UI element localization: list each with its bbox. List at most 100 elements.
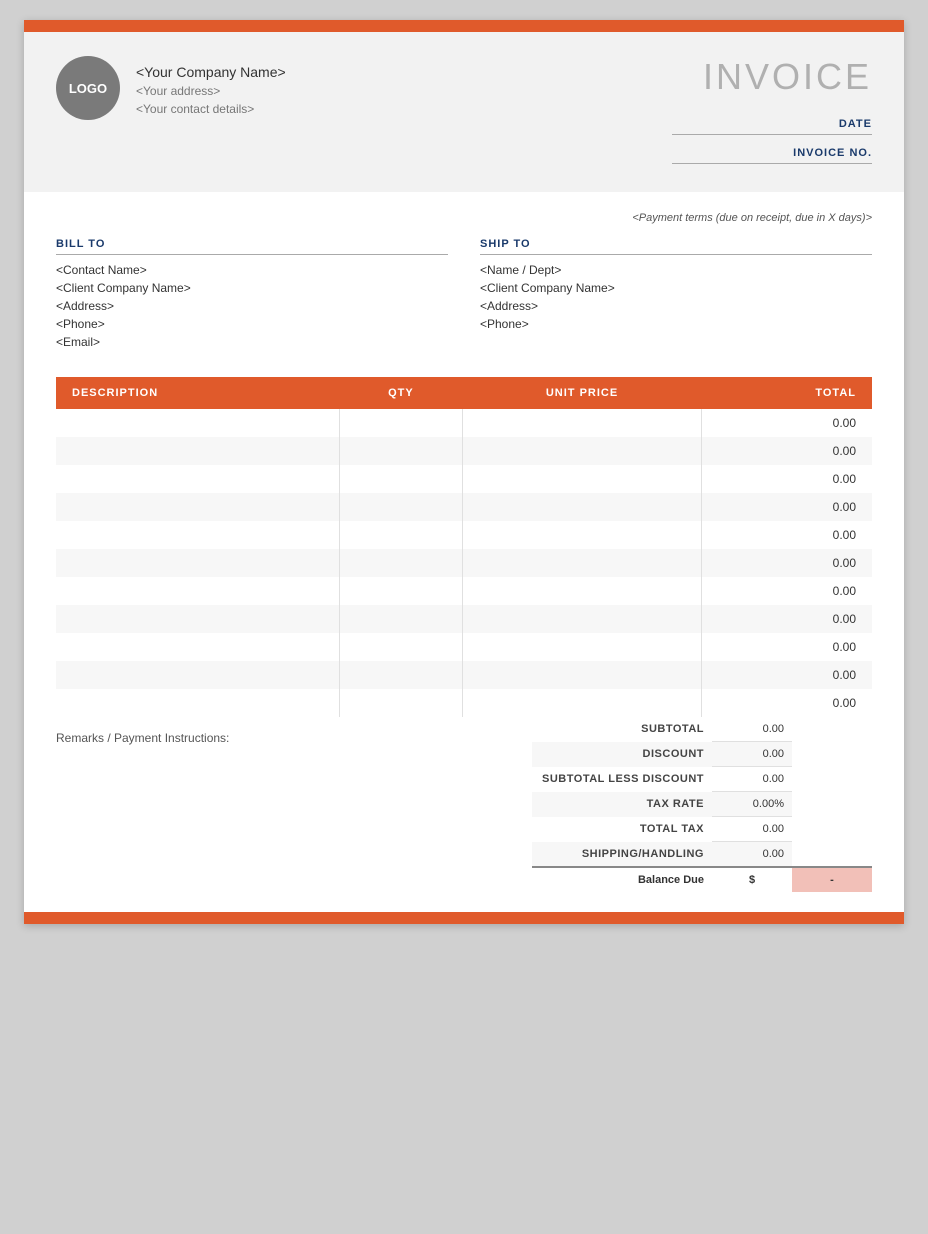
desc-cell xyxy=(56,689,339,717)
shipping-value: 0.00 xyxy=(712,842,792,868)
total-cell: 0.00 xyxy=(702,465,872,493)
price-cell xyxy=(463,549,702,577)
total-cell: 0.00 xyxy=(702,633,872,661)
total-tax-row: TOTAL TAX 0.00 xyxy=(532,817,872,842)
total-cell: 0.00 xyxy=(702,689,872,717)
qty-cell xyxy=(339,465,462,493)
desc-cell xyxy=(56,605,339,633)
discount-value: 0.00 xyxy=(712,742,792,767)
tax-rate-value: 0.00% xyxy=(712,792,792,817)
total-cell: 0.00 xyxy=(702,437,872,465)
logo-placeholder: LOGO xyxy=(56,56,120,120)
ship-to-label: SHIP TO xyxy=(480,238,872,255)
totals-table: SUBTOTAL 0.00 DISCOUNT 0.00 SUBTOTAL LES… xyxy=(532,717,872,892)
desc-cell xyxy=(56,465,339,493)
remarks-col: Remarks / Payment Instructions: xyxy=(56,717,532,892)
bill-ship-row: BILL TO <Contact Name> <Client Company N… xyxy=(56,238,872,353)
table-header: DESCRIPTION QTY UNIT PRICE TOTAL xyxy=(56,377,872,409)
discount-row: DISCOUNT 0.00 xyxy=(532,742,872,767)
price-cell xyxy=(463,577,702,605)
total-cell: 0.00 xyxy=(702,605,872,633)
price-cell xyxy=(463,493,702,521)
balance-due-label: Balance Due xyxy=(532,867,712,892)
company-name: <Your Company Name> xyxy=(136,64,286,80)
tax-rate-label: TAX RATE xyxy=(532,792,712,817)
ship-name-dept: <Name / Dept> xyxy=(480,263,872,277)
total-tax-value: 0.00 xyxy=(712,817,792,842)
qty-cell xyxy=(339,633,462,661)
qty-cell xyxy=(339,409,462,437)
price-cell xyxy=(463,437,702,465)
header-section: LOGO <Your Company Name> <Your address> … xyxy=(24,32,904,192)
total-cell: 0.00 xyxy=(702,409,872,437)
invoice-title: INVOICE xyxy=(672,56,872,98)
table-row: 0.00 xyxy=(56,493,872,521)
ship-to-section: SHIP TO <Name / Dept> <Client Company Na… xyxy=(480,238,872,353)
price-cell xyxy=(463,661,702,689)
bottom-bar xyxy=(24,912,904,924)
desc-cell xyxy=(56,661,339,689)
top-bar xyxy=(24,20,904,32)
bill-phone: <Phone> xyxy=(56,317,448,331)
total-cell: 0.00 xyxy=(702,661,872,689)
subtotal-less-discount-label: SUBTOTAL LESS DISCOUNT xyxy=(532,767,712,792)
price-cell xyxy=(463,605,702,633)
col-description: DESCRIPTION xyxy=(56,377,339,409)
bill-contact-name: <Contact Name> xyxy=(56,263,448,277)
table-row: 0.00 xyxy=(56,633,872,661)
payment-terms-text: <Payment terms (due on receipt, due in X… xyxy=(632,212,872,224)
remarks-label: Remarks / Payment Instructions: xyxy=(56,731,229,745)
balance-value: - xyxy=(792,867,872,892)
qty-cell xyxy=(339,661,462,689)
bill-email: <Email> xyxy=(56,335,448,349)
body-section: <Payment terms (due on receipt, due in X… xyxy=(24,192,904,353)
price-cell xyxy=(463,465,702,493)
table-row: 0.00 xyxy=(56,689,872,717)
col-total: TOTAL xyxy=(702,377,872,409)
balance-due-row: Balance Due $ - xyxy=(532,867,872,892)
total-cell: 0.00 xyxy=(702,521,872,549)
subtotal-label: SUBTOTAL xyxy=(532,717,712,742)
invoice-no-label: INVOICE NO. xyxy=(793,147,872,159)
qty-cell xyxy=(339,493,462,521)
bill-address: <Address> xyxy=(56,299,448,313)
qty-cell xyxy=(339,437,462,465)
table-row: 0.00 xyxy=(56,409,872,437)
company-contact: <Your contact details> xyxy=(136,102,286,116)
bill-company-name: <Client Company Name> xyxy=(56,281,448,295)
table-body: 0.00 0.00 0.00 0.00 0.00 0.00 xyxy=(56,409,872,717)
total-tax-label: TOTAL TAX xyxy=(532,817,712,842)
price-cell xyxy=(463,521,702,549)
date-label: DATE xyxy=(839,118,872,130)
table-row: 0.00 xyxy=(56,605,872,633)
table-row: 0.00 xyxy=(56,577,872,605)
ship-phone: <Phone> xyxy=(480,317,872,331)
table-row: 0.00 xyxy=(56,521,872,549)
date-row: DATE xyxy=(672,118,872,139)
desc-cell xyxy=(56,521,339,549)
shipping-label: SHIPPING/HANDLING xyxy=(532,842,712,868)
payment-terms-row: <Payment terms (due on receipt, due in X… xyxy=(56,208,872,226)
desc-cell xyxy=(56,437,339,465)
table-row: 0.00 xyxy=(56,661,872,689)
subtotal-less-discount-row: SUBTOTAL LESS DISCOUNT 0.00 xyxy=(532,767,872,792)
table-row: 0.00 xyxy=(56,549,872,577)
col-unit-price: UNIT PRICE xyxy=(463,377,702,409)
subtotal-row: SUBTOTAL 0.00 xyxy=(532,717,872,742)
shipping-row: SHIPPING/HANDLING 0.00 xyxy=(532,842,872,868)
price-cell xyxy=(463,409,702,437)
invoice-no-row: INVOICE NO. xyxy=(672,147,872,168)
totals-col: SUBTOTAL 0.00 DISCOUNT 0.00 SUBTOTAL LES… xyxy=(532,717,872,892)
subtotal-less-discount-value: 0.00 xyxy=(712,767,792,792)
desc-cell xyxy=(56,549,339,577)
company-address: <Your address> xyxy=(136,84,286,98)
desc-cell xyxy=(56,409,339,437)
footer-section: Remarks / Payment Instructions: SUBTOTAL… xyxy=(24,717,904,912)
ship-address: <Address> xyxy=(480,299,872,313)
total-cell: 0.00 xyxy=(702,493,872,521)
qty-cell xyxy=(339,577,462,605)
date-line xyxy=(672,134,872,135)
invoice-title-area: INVOICE DATE INVOICE NO. xyxy=(672,56,872,168)
price-cell xyxy=(463,633,702,661)
desc-cell xyxy=(56,633,339,661)
